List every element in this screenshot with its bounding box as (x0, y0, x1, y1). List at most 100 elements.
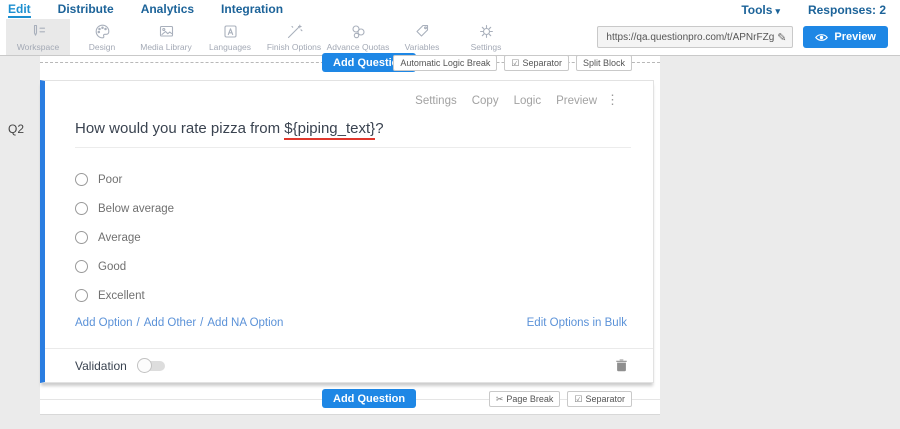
editor-toolbar: Workspace Design Media Library Languages… (0, 19, 900, 56)
add-na-option-link[interactable]: Add NA Option (207, 317, 283, 329)
radio-icon[interactable] (75, 202, 88, 215)
piping-text-token[interactable]: ${piping_text} (284, 120, 375, 140)
tab-finish-options[interactable]: Finish Options (262, 19, 326, 55)
tab-design[interactable]: Design (70, 19, 134, 55)
tools-menu[interactable]: Tools▾ (741, 3, 780, 17)
gear-icon (478, 23, 495, 40)
tab-settings[interactable]: Settings (454, 19, 518, 55)
top-strip-actions: Automatic Logic Break ☑Separator Split B… (393, 55, 632, 71)
edit-pencil-icon[interactable]: ✎ (777, 31, 786, 44)
question-settings-action[interactable]: Settings (415, 95, 457, 107)
question-logic-action[interactable]: Logic (514, 95, 542, 107)
answer-options: Poor Below average Average Good Excellen… (75, 165, 174, 310)
radio-icon[interactable] (75, 260, 88, 273)
nav-tab-analytics[interactable]: Analytics (141, 2, 194, 18)
top-nav: Edit Distribute Analytics Integration To… (0, 0, 900, 19)
delete-question-icon[interactable] (616, 359, 627, 372)
page-break-button[interactable]: ✂Page Break (489, 391, 561, 407)
tab-label: Workspace (17, 42, 59, 52)
chip-label: Automatic Logic Break (400, 58, 490, 68)
option-label[interactable]: Good (98, 261, 126, 273)
radio-icon[interactable] (75, 173, 88, 186)
survey-url-box: ✎ (597, 26, 793, 48)
option-row[interactable]: Excellent (75, 281, 174, 310)
add-other-link[interactable]: Add Other (144, 317, 196, 329)
link-separator: / (137, 317, 140, 329)
nav-right: Tools▾ Responses: 2 (741, 3, 886, 17)
tab-label: Finish Options (267, 42, 321, 52)
option-label[interactable]: Below average (98, 203, 174, 215)
nav-tab-integration[interactable]: Integration (221, 2, 283, 18)
question-actions: Settings Copy Logic Preview (415, 95, 597, 107)
tab-languages[interactable]: Languages (198, 19, 262, 55)
question-card: Settings Copy Logic Preview ⋮ How would … (40, 80, 654, 383)
nav-tab-edit[interactable]: Edit (8, 2, 31, 18)
option-row[interactable]: Average (75, 223, 174, 252)
add-option-links: Add Option / Add Other / Add NA Option (75, 317, 283, 329)
insert-strip-bottom: Add Question ✂Page Break ☑Separator (40, 388, 660, 412)
workspace-icon (30, 23, 47, 40)
chevron-down-icon: ▾ (775, 6, 780, 16)
question-text[interactable]: How would you rate pizza from ${piping_t… (75, 120, 631, 148)
toolbar-tabs: Workspace Design Media Library Languages… (0, 19, 518, 55)
chip-label: Separator (522, 58, 562, 68)
option-label[interactable]: Excellent (98, 290, 145, 302)
option-label[interactable]: Average (98, 232, 141, 244)
tools-label: Tools (741, 3, 772, 17)
nav-tab-distribute[interactable]: Distribute (58, 2, 114, 18)
tab-variables[interactable]: Variables (390, 19, 454, 55)
question-preview-action[interactable]: Preview (556, 95, 597, 107)
preview-button[interactable]: Preview (803, 26, 888, 48)
split-block-button[interactable]: Split Block (576, 55, 632, 71)
magic-wand-icon (286, 23, 303, 40)
responses-link[interactable]: Responses: 2 (808, 3, 886, 17)
survey-url-input[interactable] (604, 31, 777, 44)
separator-button-bottom[interactable]: ☑Separator (567, 391, 632, 407)
checkbox-icon: ☑ (511, 59, 519, 68)
toggle-knob (137, 358, 152, 373)
insert-strip-top: Add Question Automatic Logic Break ☑Sepa… (40, 56, 660, 80)
link-separator: / (200, 317, 203, 329)
add-option-link[interactable]: Add Option (75, 317, 133, 329)
nav-tabs: Edit Distribute Analytics Integration (8, 2, 283, 18)
edit-options-in-bulk-link[interactable]: Edit Options in Bulk (527, 317, 627, 329)
tab-label: Languages (209, 42, 251, 52)
tab-label: Settings (471, 42, 502, 52)
eye-icon (815, 33, 828, 42)
option-label[interactable]: Poor (98, 174, 122, 186)
workspace-area: Q2 Add Question Automatic Logic Break ☑S… (0, 56, 900, 429)
option-row[interactable]: Below average (75, 194, 174, 223)
option-links-row: Add Option / Add Other / Add NA Option Edit … (75, 317, 627, 329)
translate-icon (222, 23, 239, 40)
tab-media-library[interactable]: Media Library (134, 19, 198, 55)
radio-icon[interactable] (75, 289, 88, 302)
more-options-icon[interactable]: ⋮ (606, 92, 619, 108)
tab-label: Advance Quotas (327, 42, 390, 52)
chip-label: Separator (585, 394, 625, 404)
tab-label: Variables (405, 42, 440, 52)
tab-label: Media Library (140, 42, 192, 52)
question-copy-action[interactable]: Copy (472, 95, 499, 107)
image-icon (158, 23, 175, 40)
option-row[interactable]: Poor (75, 165, 174, 194)
question-id-label: Q2 (8, 122, 24, 136)
preview-label: Preview (834, 31, 876, 43)
chip-label: Page Break (506, 394, 553, 404)
validation-toggle[interactable] (139, 361, 165, 371)
palette-icon (94, 23, 111, 40)
question-text-before: How would you rate pizza from (75, 120, 284, 137)
tag-icon (414, 23, 431, 40)
option-row[interactable]: Good (75, 252, 174, 281)
add-question-button-bottom[interactable]: Add Question (322, 389, 416, 408)
separator-button-top[interactable]: ☑Separator (504, 55, 569, 71)
chain-links-icon (350, 23, 367, 40)
validation-label: Validation (75, 359, 127, 373)
radio-icon[interactable] (75, 231, 88, 244)
automatic-logic-break-button[interactable]: Automatic Logic Break (393, 55, 497, 71)
tab-advance-quotas[interactable]: Advance Quotas (326, 19, 390, 55)
chip-label: Split Block (583, 58, 625, 68)
tab-workspace[interactable]: Workspace (6, 19, 70, 55)
bottom-strip-actions: ✂Page Break ☑Separator (489, 391, 632, 407)
tab-label: Design (89, 42, 115, 52)
survey-panel: Add Question Automatic Logic Break ☑Sepa… (40, 56, 660, 415)
